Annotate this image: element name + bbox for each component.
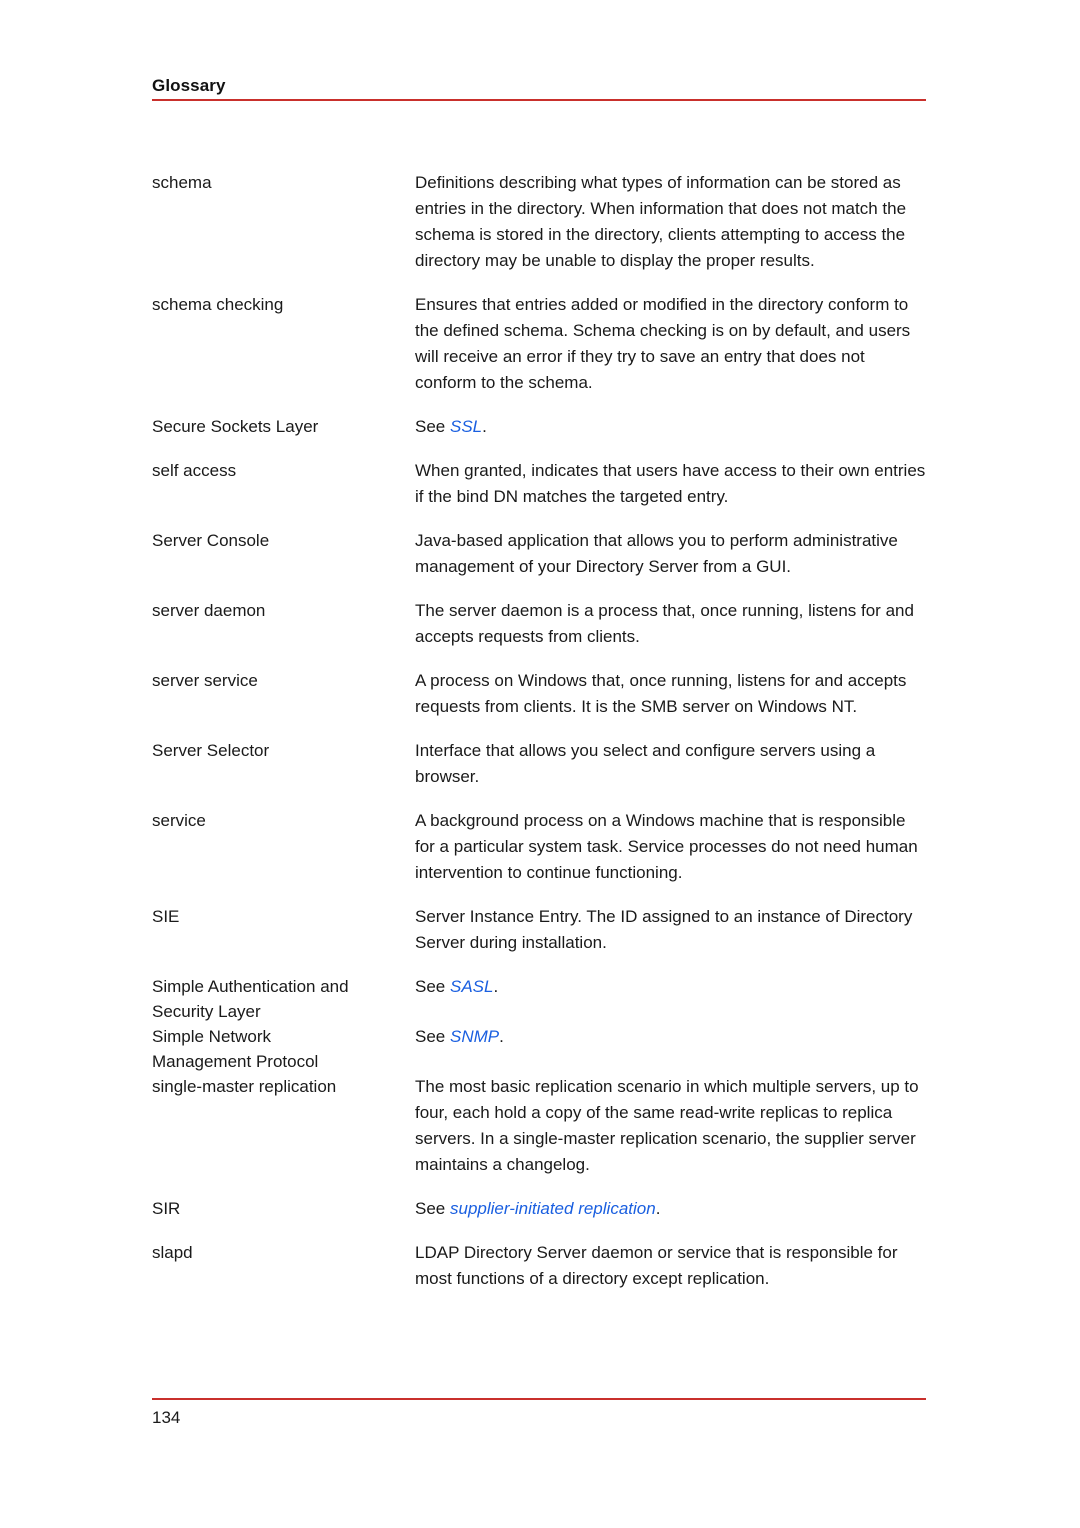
glossary-definition: The most basic replication scenario in w…: [415, 1074, 926, 1178]
page-footer: 134: [152, 1398, 926, 1429]
glossary-entry: SIR See supplier-initiated replication.: [152, 1196, 926, 1222]
glossary-definition: See SSL.: [415, 414, 926, 440]
glossary-definition-text: LDAP Directory Server daemon or service …: [415, 1243, 898, 1288]
glossary-definition-text: A process on Windows that, once running,…: [415, 671, 907, 716]
cross-reference-link[interactable]: SNMP: [450, 1027, 499, 1046]
glossary-term: single-master replication: [152, 1077, 337, 1096]
glossary-definition-text: Definitions describing what types of inf…: [415, 173, 907, 270]
glossary-term: SIR: [152, 1199, 181, 1218]
glossary-entry: Server Console Java-based application tha…: [152, 528, 926, 580]
glossary-term: Server Console: [152, 531, 270, 550]
glossary-term: schema: [152, 173, 212, 192]
glossary-entry: schema checking Ensures that entries adde…: [152, 292, 926, 396]
glossary-definition: Ensures that entries added or modified i…: [415, 292, 926, 396]
glossary-definition: Interface that allows you select and con…: [415, 738, 926, 790]
glossary-term: Secure Sockets Layer: [152, 417, 319, 436]
page-header: Glossary: [152, 76, 926, 101]
glossary-definition: See SNMP.: [415, 1024, 926, 1050]
glossary-term: Simple Network Management Protocol: [152, 1027, 319, 1071]
glossary-entry: single-master replication The most basic …: [152, 1074, 926, 1178]
glossary-definition-text: Java-based application that allows you t…: [415, 531, 898, 576]
glossary-definition: See SASL.: [415, 974, 926, 1000]
see-also-prefix: See: [415, 977, 450, 996]
footer-divider-rule: [152, 1398, 926, 1400]
glossary-definition-text: Interface that allows you select and con…: [415, 741, 876, 786]
see-also-suffix: .: [655, 1199, 661, 1218]
glossary-definition-text: Server Instance Entry. The ID assigned t…: [415, 907, 913, 952]
glossary-term: server service: [152, 671, 258, 690]
glossary-definition: See supplier-initiated replication.: [415, 1196, 926, 1222]
page-number: 134: [152, 1408, 181, 1427]
cross-reference-link[interactable]: SASL: [450, 977, 493, 996]
glossary-entry: self access When granted, indicates that …: [152, 458, 926, 510]
see-also-prefix: See: [415, 1027, 450, 1046]
glossary-definition: The server daemon is a process that, onc…: [415, 598, 926, 650]
see-also-suffix: .: [499, 1027, 504, 1046]
glossary-definition: A background process on a Windows machin…: [415, 808, 926, 886]
see-also-prefix: See: [415, 417, 450, 436]
glossary-definition: When granted, indicates that users have …: [415, 458, 926, 510]
running-header-title: Glossary: [152, 76, 226, 95]
glossary-entry: Secure Sockets Layer See SSL.: [152, 414, 926, 440]
glossary-definition-text: The most basic replication scenario in w…: [415, 1077, 919, 1174]
cross-reference-link[interactable]: supplier-initiated replication: [450, 1199, 656, 1218]
glossary-term: Server Selector: [152, 741, 270, 760]
glossary-entry: schema Definitions describing what types …: [152, 170, 926, 274]
glossary-entry-list: schema Definitions describing what types …: [152, 170, 926, 1310]
glossary-entry: Simple Authentication and Security Layer…: [152, 974, 926, 1024]
glossary-entry: service A background process on a Windows…: [152, 808, 926, 886]
glossary-entry: server daemon The server daemon is a proc…: [152, 598, 926, 650]
see-also-suffix: .: [482, 417, 487, 436]
glossary-term: SIE: [152, 907, 180, 926]
glossary-term: schema checking: [152, 295, 284, 314]
glossary-entry: SIE Server Instance Entry. The ID assigne…: [152, 904, 926, 956]
glossary-definition: A process on Windows that, once running,…: [415, 668, 926, 720]
glossary-definition: Java-based application that allows you t…: [415, 528, 926, 580]
glossary-entry: Simple Network Management Protocol See SN…: [152, 1024, 926, 1074]
glossary-term: slapd: [152, 1243, 193, 1262]
glossary-definition: LDAP Directory Server daemon or service …: [415, 1240, 926, 1292]
cross-reference-link[interactable]: SSL: [450, 417, 482, 436]
glossary-entry: slapd LDAP Directory Server daemon or ser…: [152, 1240, 926, 1292]
glossary-term: self access: [152, 461, 237, 480]
see-also-prefix: See: [415, 1199, 450, 1218]
glossary-definition-text: A background process on a Windows machin…: [415, 811, 918, 882]
glossary-definition-text: The server daemon is a process that, onc…: [415, 601, 914, 646]
header-divider-rule: [152, 99, 926, 101]
glossary-term: Simple Authentication and Security Layer: [152, 977, 349, 1021]
document-page: Glossary schema Definitions describing wh…: [0, 0, 1080, 1528]
glossary-entry: server service A process on Windows that,…: [152, 668, 926, 720]
glossary-definition-text: When granted, indicates that users have …: [415, 461, 926, 506]
glossary-definition: Server Instance Entry. The ID assigned t…: [415, 904, 926, 956]
glossary-term: server daemon: [152, 601, 266, 620]
glossary-definition-text: Ensures that entries added or modified i…: [415, 295, 911, 392]
glossary-definition: Definitions describing what types of inf…: [415, 170, 926, 274]
see-also-suffix: .: [493, 977, 499, 996]
glossary-entry: Server Selector Interface that allows you…: [152, 738, 926, 790]
glossary-term: service: [152, 811, 206, 830]
